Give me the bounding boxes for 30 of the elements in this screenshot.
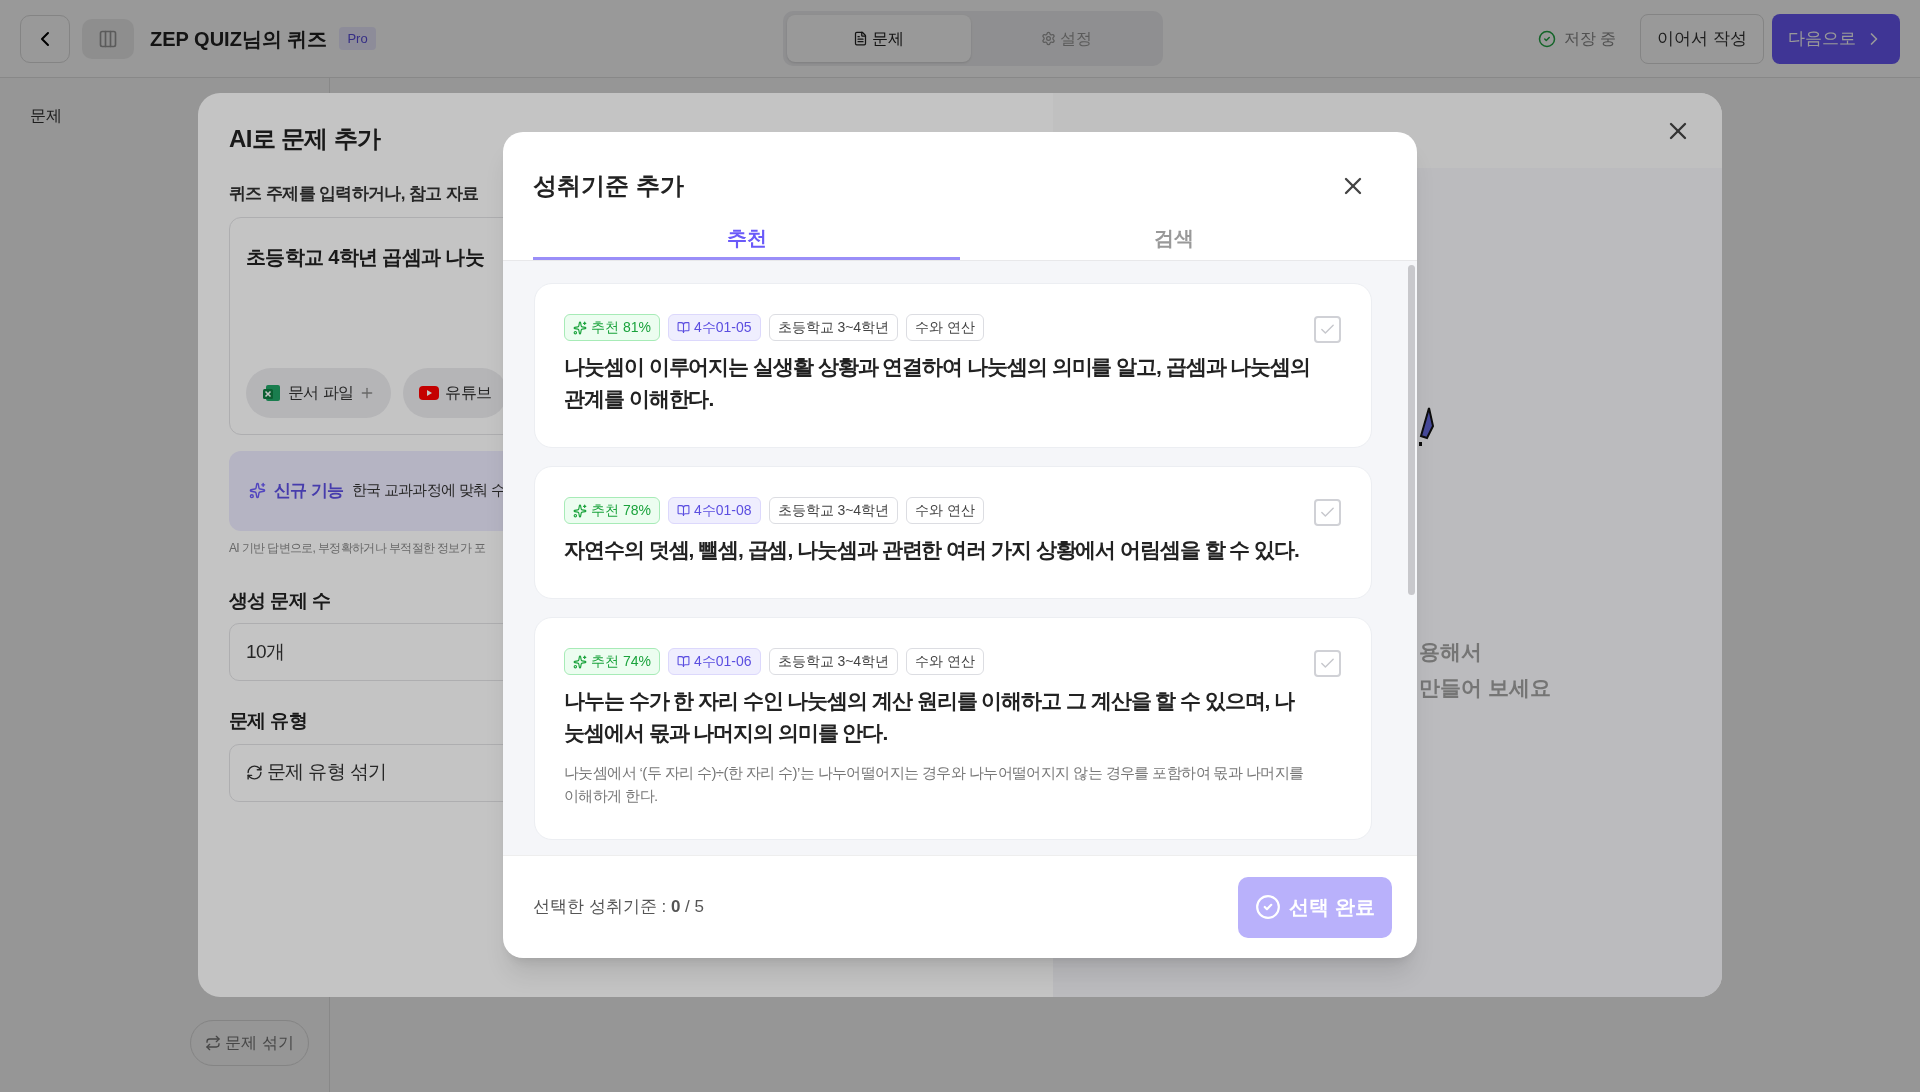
quiz-title: ZEP QUIZ님의 퀴즈: [150, 26, 328, 52]
hint-text: 만들어 보세요: [1419, 674, 1552, 701]
category-tag: 초등학교 3~4학년: [768, 314, 899, 341]
standard-text: 자연수의 덧셈, 뺄셈, 곱셈, 나눗셈과 관련한 여러 가지 상황에서 어림셈을 할 수 있다.: [564, 537, 1300, 563]
category-tag: 초등학교 3~4학년: [768, 648, 899, 675]
score-badge: 추천 74%: [564, 648, 660, 675]
save-status: 저장 중: [1563, 28, 1617, 49]
code-badge: 4수01-08: [667, 497, 761, 524]
pro-badge: Pro: [339, 26, 376, 51]
selection-count: 선택한 성취기준 : 0 / 5: [533, 896, 704, 919]
code-badge: 4수01-06: [667, 648, 761, 675]
category-tag: 초등학교 3~4학년: [768, 497, 899, 524]
sidebar-label: 문제: [30, 106, 63, 126]
standard-description: 나눗셈에서 ‘(두 자리 수)÷(한 자리 수)’는 나누어떨어지는 경우와 나누어떨어지지 않는 경우를 포함하여 몫과 나머지를 이해하게 한다.: [564, 763, 1305, 806]
category-tag: 수와 연산: [906, 497, 985, 524]
field-label: 생성 문제 수: [229, 588, 331, 613]
score-badge: 추천 78%: [564, 497, 660, 524]
standard-text: 나누는 수가 한 자리 수인 나눗셈의 계산 원리를 이해하고 그 계산을 할 수 있으며, 나눗셈에서 몫과 나머지의 의미를 안다.: [564, 688, 1296, 746]
dialog-title: 성취기준 추가: [533, 171, 684, 201]
standard-text: 나눗셈이 이루어지는 실생활 상황과 연결하여 나눗셈의 의미를 알고, 곱셈과 나눗셈의 관계를 이해한다.: [564, 354, 1312, 412]
category-tag: 수와 연산: [906, 648, 985, 675]
score-badge: 추천 81%: [564, 314, 660, 341]
code-badge: 4수01-05: [667, 314, 761, 341]
disclaimer-text: AI 기반 답변으로, 부정확하거나 부적절한 정보가 포: [229, 539, 486, 557]
hint-text: 용해서: [1419, 639, 1483, 665]
field-label: 퀴즈 주제를 입력하거나, 참고 자료: [229, 183, 479, 205]
category-tag: 수와 연산: [906, 314, 985, 341]
field-label: 문제 유형: [229, 709, 308, 733]
modal-title: AI로 문제 추가: [229, 124, 381, 154]
new-feature-label: 신규 기능: [274, 479, 344, 502]
